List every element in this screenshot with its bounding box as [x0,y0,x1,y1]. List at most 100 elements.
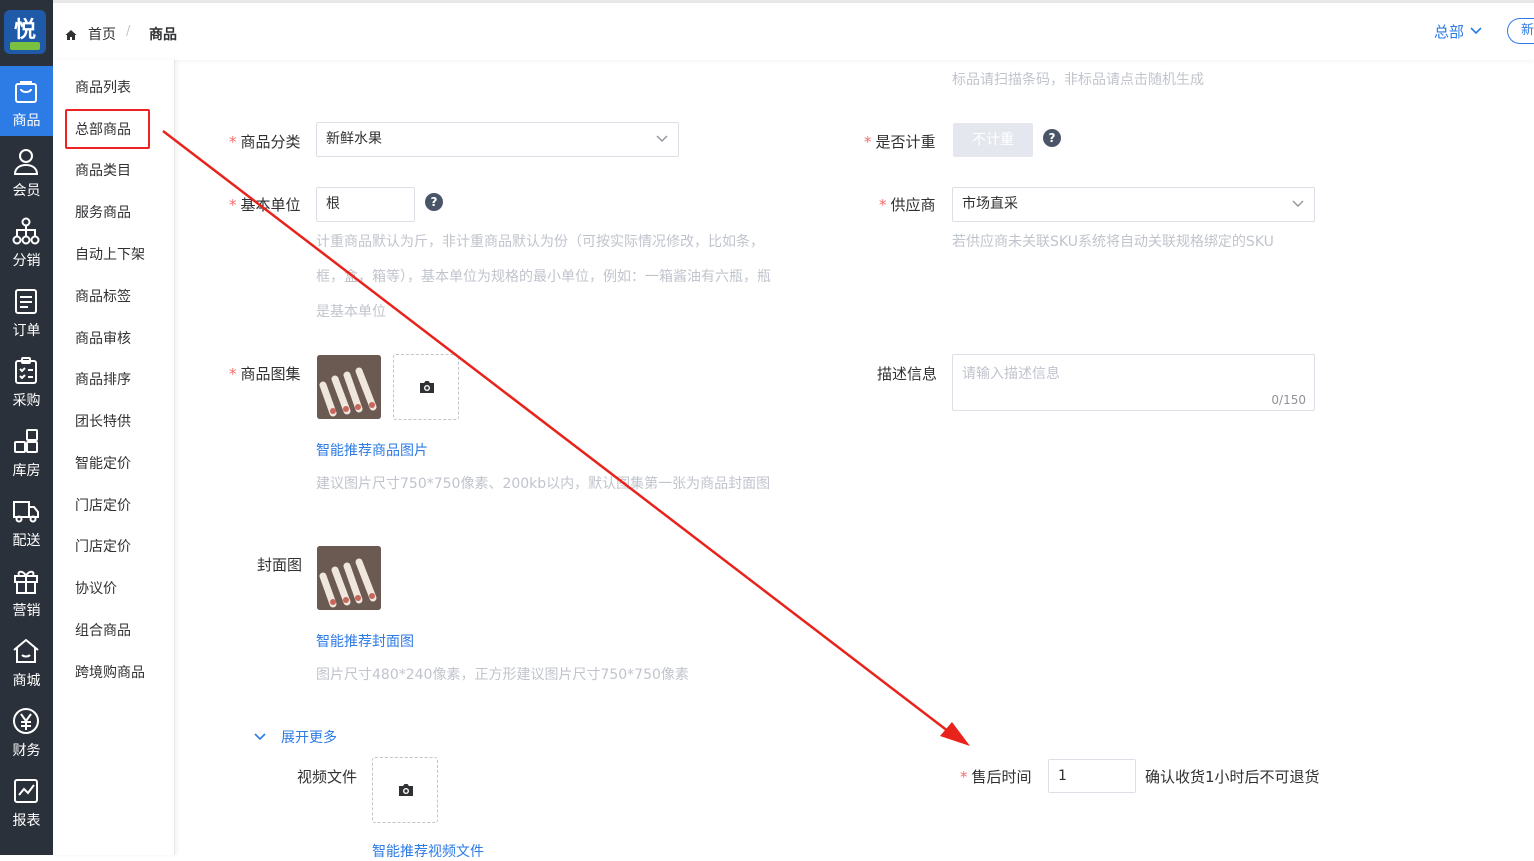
video-recommend-link[interactable]: 智能推荐视频文件 [372,841,484,861]
network-icon [12,217,40,245]
description-label: 描述信息 [877,365,938,383]
unit-hint-line-1: 计重商品默认为斤，非计重商品默认为份（可按实际情况修改，比如条， [316,234,764,250]
rail-item-orders[interactable]: 订单 [0,276,53,346]
rail-label: 报表 [12,813,41,829]
expand-more-link[interactable]: 展开更多 [281,727,337,747]
shopping-bag-icon [15,81,37,103]
app-logo[interactable]: 悦 [4,10,46,54]
submenu-item[interactable]: 跨境购商品 [75,662,145,682]
cover-label: 封面图 [257,556,303,574]
aftersale-suffix: 确认收货1小时后不可退货 [1145,768,1320,786]
rail-label: 配送 [12,533,41,549]
logo-band [10,42,40,50]
rail-item-reports[interactable]: 报表 [0,766,53,836]
submenu-item[interactable]: 服务商品 [75,202,131,222]
unit-label: * 基本单位 [229,196,301,214]
gift-icon [14,570,38,594]
rail-label: 分销 [12,253,41,269]
chevron-down-icon [656,135,668,142]
supplier-value: 市场直采 [962,196,1018,212]
submenu-item[interactable]: 团长特供 [75,411,131,431]
rail-label: 营销 [12,603,41,619]
new-button[interactable]: 新 [1507,18,1534,44]
yen-icon [13,708,39,734]
supplier-label: * 供应商 [879,196,936,214]
rail-label: 会员 [12,183,41,199]
weighing-label: * 是否计重 [864,133,936,151]
rail-label: 采购 [12,393,41,409]
supplier-hint: 若供应商未关联SKU系统将自动关联规格绑定的SKU [952,234,1274,250]
category-label: * 商品分类 [229,133,301,151]
chevron-down-icon [1292,200,1304,207]
submenu-item[interactable]: 商品排序 [75,369,131,389]
rail-item-warehouse[interactable]: 库房 [0,416,53,486]
cover-hint: 图片尺寸480*240像素，正方形建议图片尺寸750*750像素 [316,667,689,683]
org-dropdown[interactable]: 总部 [1434,21,1464,42]
home-icon[interactable] [65,29,77,41]
submenu-item[interactable]: 自动上下架 [75,244,145,264]
submenu-item[interactable]: 商品列表 [75,77,131,97]
rail-item-marketing[interactable]: 营销 [0,556,53,626]
supplier-select[interactable]: 市场直采 [952,187,1315,222]
unit-hint-line-3: 是基本单位 [316,304,386,320]
unit-input[interactable]: 根 [316,187,415,222]
submenu-item[interactable]: 组合商品 [75,620,131,640]
submenu-item[interactable]: 商品审核 [75,328,131,348]
clipboard-icon [15,357,37,384]
submenu-item[interactable]: 门店定价 [75,495,131,515]
rail-item-purchase[interactable]: 采购 [0,346,53,416]
cover-recommend-link[interactable]: 智能推荐封面图 [316,631,414,651]
breadcrumb-current: 商品 [149,27,177,43]
gallery-hint: 建议图片尺寸750*750像素、200kb以内，默认图集第一张为商品封面图 [316,476,771,492]
main-nav-rail: 悦 商品 会员 分销 订单 采购 库房 配送 营销 商城 财务 报表 [0,0,53,855]
chart-icon [14,779,38,803]
help-icon[interactable]: ? [1043,129,1061,147]
weighing-toggle-button[interactable]: 不计重 [953,123,1033,157]
help-icon[interactable]: ? [425,193,443,211]
submenu-item[interactable]: 商品标签 [75,286,131,306]
category-value: 新鲜水果 [326,131,382,147]
gallery-label: * 商品图集 [229,365,301,383]
category-select[interactable]: 新鲜水果 [316,122,679,157]
rail-label: 商品 [12,113,41,129]
rail-item-mall[interactable]: 商城 [0,626,53,696]
user-icon [13,149,39,175]
submenu-item[interactable]: 智能定价 [75,453,131,473]
rail-item-distribution[interactable]: 分销 [0,206,53,276]
annotation-arrow [162,130,970,746]
logo-text: 悦 [13,17,36,43]
aftersale-hours-input[interactable]: 1 [1048,759,1136,793]
chevron-down-icon[interactable] [1470,27,1482,35]
description-counter: 0/150 [1271,393,1306,407]
rail-item-goods[interactable]: 商品 [0,66,53,136]
rail-label: 库房 [12,463,41,479]
rail-label: 财务 [12,743,41,759]
goods-submenu: 商品列表 总部商品 商品类目 服务商品 自动上下架 商品标签 商品审核 商品排序… [53,60,175,855]
rail-item-members[interactable]: 会员 [0,136,53,206]
description-textarea[interactable]: 请输入描述信息 0/150 [952,354,1315,411]
barcode-hint: 标品请扫描条码，非标品请点击随机生成 [952,72,1204,88]
annotation-highlight-box [65,109,150,149]
rail-label: 商城 [12,673,41,689]
rail-item-finance[interactable]: 财务 [0,696,53,766]
order-icon [15,289,37,314]
top-bar: 首页 / 商品 [53,0,1534,60]
rail-item-delivery[interactable]: 配送 [0,486,53,556]
gallery-recommend-link[interactable]: 智能推荐商品图片 [316,440,428,460]
breadcrumb-home[interactable]: 首页 [88,24,116,44]
aftersale-label: * 售后时间 [960,768,1032,786]
rail-label: 订单 [12,323,41,339]
breadcrumb-separator: / [126,24,131,39]
gallery-image-thumbnail[interactable] [317,355,381,419]
video-upload-button[interactable] [372,757,438,823]
store-icon [13,638,39,663]
unit-hint-line-2: 框，盒，箱等），基本单位为规格的最小单位，例如：一箱酱油有六瓶，瓶 [316,269,771,285]
camera-icon [420,381,434,393]
description-placeholder: 请输入描述信息 [962,366,1060,382]
submenu-item[interactable]: 门店定价 [75,536,131,556]
gallery-upload-button[interactable] [393,354,459,420]
submenu-item[interactable]: 协议价 [75,578,117,598]
submenu-item[interactable]: 商品类目 [75,160,131,180]
cover-image-thumbnail[interactable] [317,546,381,610]
chevron-down-icon[interactable] [254,733,266,741]
